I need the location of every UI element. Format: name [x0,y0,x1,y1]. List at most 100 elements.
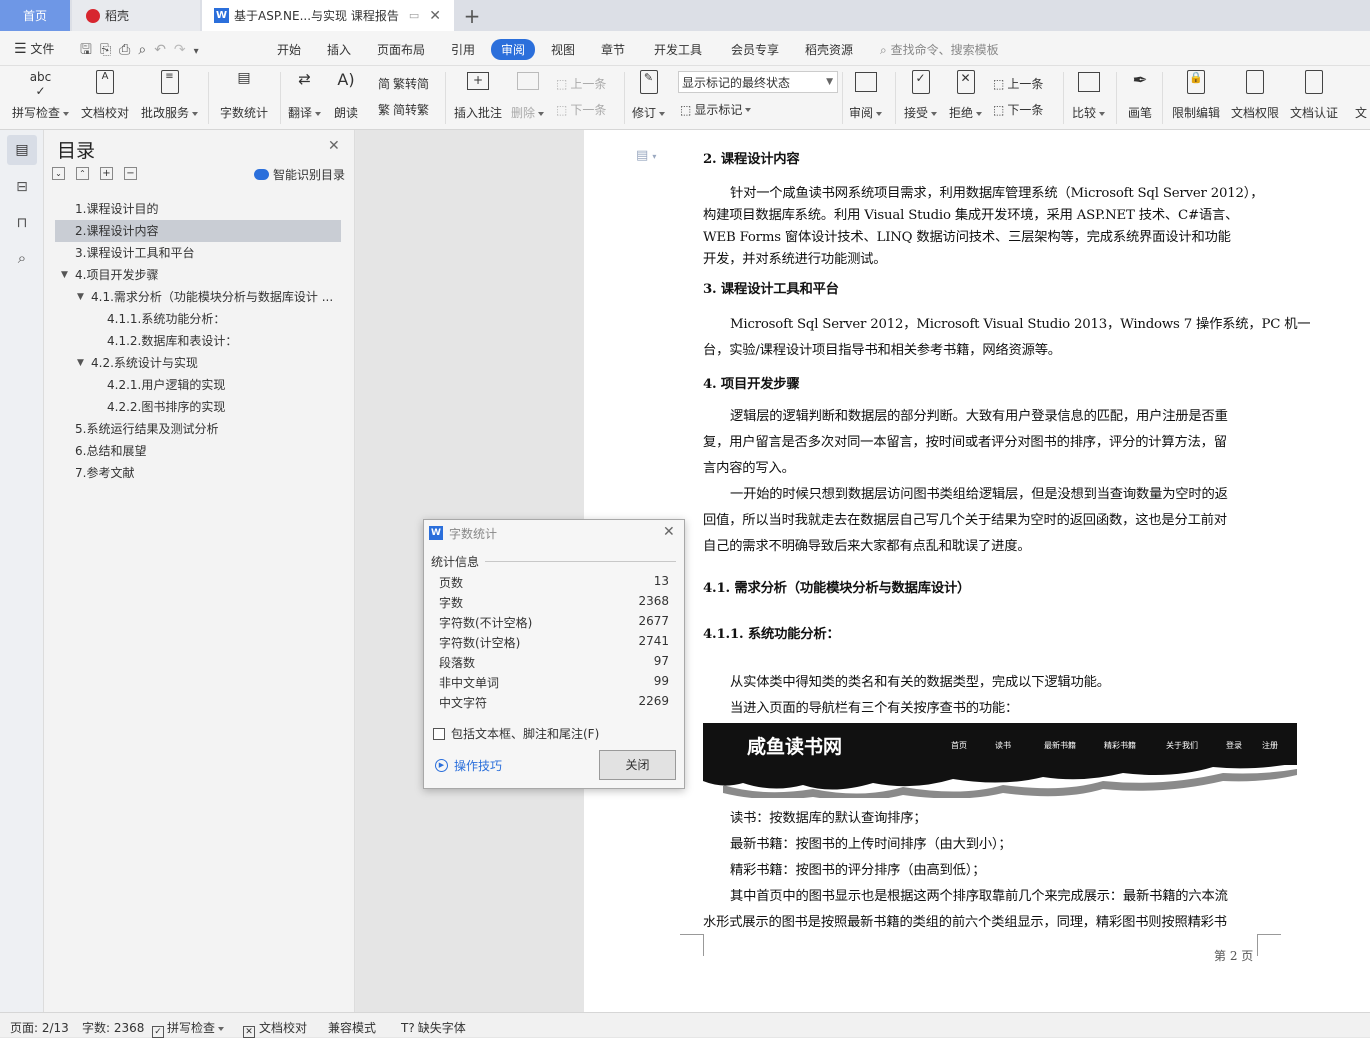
show-markup-label: 显示标记 [694,103,743,117]
menu-item-layout[interactable]: 页面布局 [377,41,425,58]
reject-button[interactable]: ✕ 拒绝 [949,70,983,121]
restrict-edit-button[interactable]: 🔒 限制编辑 [1172,70,1220,121]
pen-button[interactable]: ✒ 画笔 [1127,70,1153,121]
toc-item[interactable]: 4.1.需求分析（功能模块分析与数据库设计 ... [91,286,333,308]
toc-expander-icon[interactable]: ▼ [61,264,68,286]
prev-comment-label: 上一条 [570,77,607,91]
menu-item-review[interactable]: 审阅 [491,39,536,60]
file-menu[interactable]: ☰ 文件 [14,40,54,57]
delete-comment-button[interactable]: 删除 [511,70,545,121]
tab-home[interactable]: 首页 [0,0,70,31]
menu-item-docer[interactable]: 稻壳资源 [805,41,853,58]
chapter-nav-icon[interactable]: ⊟ [7,172,37,202]
toc-item[interactable]: 5.系统运行结果及测试分析 [75,418,218,440]
toc-item[interactable]: 7.参考文献 [75,462,134,484]
menu-item-member[interactable]: 会员专享 [731,41,779,58]
dialog-close-icon[interactable]: ✕ [663,524,675,540]
translate-button[interactable]: ⇄ 翻译 [288,70,322,121]
command-search[interactable]: ⌕ 查找命令、搜索模板 [880,41,999,58]
compare-button[interactable]: 比较 [1072,70,1106,121]
toc-item[interactable]: 6.总结和展望 [75,440,146,462]
include-footnotes-checkbox[interactable]: 包括文本框、脚注和尾注(F) [433,725,599,742]
toc-item[interactable]: 4.1.1.系统功能分析： [107,308,225,330]
spell-check-button[interactable]: abc ✓ 拼写检查 [12,70,70,121]
accept-icon: ✓ [908,70,934,96]
missing-font-status[interactable]: T? 缺失字体 [401,1019,466,1036]
prev-change-button[interactable]: ⬚ 上一条 [993,75,1043,92]
toc-panel-icon[interactable]: ▤ [7,135,37,165]
toc-item[interactable]: 4.1.2.数据库和表设计： [107,330,237,352]
find-icon[interactable]: ⌕ [7,243,37,273]
word-count-button[interactable]: ▤ 字数统计 [220,70,268,121]
more-button[interactable]: 文 [1352,70,1370,121]
bookmark-icon[interactable]: ⊓ [7,208,37,238]
track-changes-button[interactable]: ✎ 修订 [632,70,666,121]
tab-docer[interactable]: 稻壳 [72,0,200,31]
menu-item-view[interactable]: 视图 [551,41,575,58]
separator [624,72,625,124]
translate-label: 翻译 [288,106,313,120]
trad-to-simp-icon: 简 [378,77,391,91]
toc-expander-icon[interactable]: ▼ [77,352,84,374]
simp-to-trad-button[interactable]: 繁简转繁 [378,101,429,118]
compare-icon [1076,70,1102,96]
menu-item-chapter[interactable]: 章节 [601,41,625,58]
preview-icon[interactable]: ⌕ [138,42,154,58]
toc-item[interactable]: 4.2.2.图书排序的实现 [107,396,225,418]
show-markup-button[interactable]: ⬚ 显示标记 [680,101,752,118]
dialog-titlebar[interactable]: W 字数统计 [424,520,684,546]
toc-item[interactable]: 1.课程设计目的 [75,198,158,220]
document-page[interactable]: ▤ ▾ 2. 课程设计内容 针对一个咸鱼读书网系统项目需求，利用数据库管理系统（… [584,130,1370,1012]
redo-icon[interactable]: ↷ [174,42,194,58]
undo-icon[interactable]: ↶ [154,42,174,58]
tips-link[interactable]: ▶ 操作技巧 [435,757,502,774]
next-comment-button[interactable]: ⬚ 下一条 [556,101,606,118]
markup-state-select[interactable]: 显示标记的最终状态 ▼ [678,71,838,93]
menu-item-reference[interactable]: 引用 [451,41,475,58]
revise-service-button[interactable]: ≡ 批改服务 [141,70,199,121]
spell-check-status[interactable]: ✓ 拼写检查 [152,1019,225,1038]
page-icon[interactable]: ▤ ▾ [636,148,656,163]
menu-item-devtools[interactable]: 开发工具 [654,41,702,58]
insert-comment-button[interactable]: + 插入批注 [454,70,502,121]
pin-icon[interactable]: ▭ [409,9,419,22]
prev-comment-button[interactable]: ⬚ 上一条 [556,75,606,92]
separator [842,72,843,124]
separator [1063,72,1064,124]
toc-expander-icon[interactable]: ▼ [77,286,84,308]
tab-document[interactable]: W 基于ASP.NE...与实现 课程报告 ▭ ✕ [202,0,454,31]
read-aloud-button[interactable]: A) 朗读 [333,70,359,121]
doc-cert-label: 文档认证 [1290,106,1339,120]
close-tab-icon[interactable]: ✕ [429,8,441,24]
page-indicator[interactable]: 页面: 2/13 [10,1019,69,1036]
accept-button[interactable]: ✓ 接受 [904,70,938,121]
save-icon[interactable]: 🖫 [80,42,100,58]
menu-item-insert[interactable]: 插入 [327,41,351,58]
menu-item-start[interactable]: 开始 [277,41,301,58]
review-pane-button[interactable]: 审阅 [849,70,883,121]
stat-value: 97 [653,654,669,668]
doc-cert-button[interactable]: 文档认证 [1290,70,1338,121]
toc-item[interactable]: 4.项目开发步骤 [75,264,158,286]
toc-item-selected[interactable]: 2.课程设计内容 [55,220,341,242]
export-icon[interactable]: ⎘ [100,42,119,58]
stat-row: 字数 2368 [439,594,669,614]
trad-to-simp-button[interactable]: 简繁转简 [378,75,429,92]
toc-item[interactable]: 3.课程设计工具和平台 [75,242,194,264]
toc-item[interactable]: 4.2.系统设计与实现 [91,352,198,374]
doc-proof-label: 文档校对 [81,106,130,120]
print-icon[interactable]: ⎙ [119,42,138,58]
doc-proof-button[interactable]: A 文档校对 [81,70,129,121]
customize-icon[interactable]: ▾ [194,46,207,57]
toc-item[interactable]: 4.2.1.用户逻辑的实现 [107,374,225,396]
dialog-close-button[interactable]: 关闭 [599,750,676,780]
page-corner-mark [1257,934,1281,956]
proof-status[interactable]: ✕ 文档校对 [243,1019,307,1038]
stat-label: 字数 [439,596,464,610]
doc-rights-button[interactable]: 文档权限 [1231,70,1279,121]
next-change-button[interactable]: ⬚ 下一条 [993,101,1043,118]
word-count-indicator[interactable]: 字数: 2368 [82,1019,144,1036]
banner-title: 咸鱼读书网 [747,736,843,758]
checkbox-box[interactable] [433,727,445,740]
new-tab-button[interactable]: + [462,0,482,31]
